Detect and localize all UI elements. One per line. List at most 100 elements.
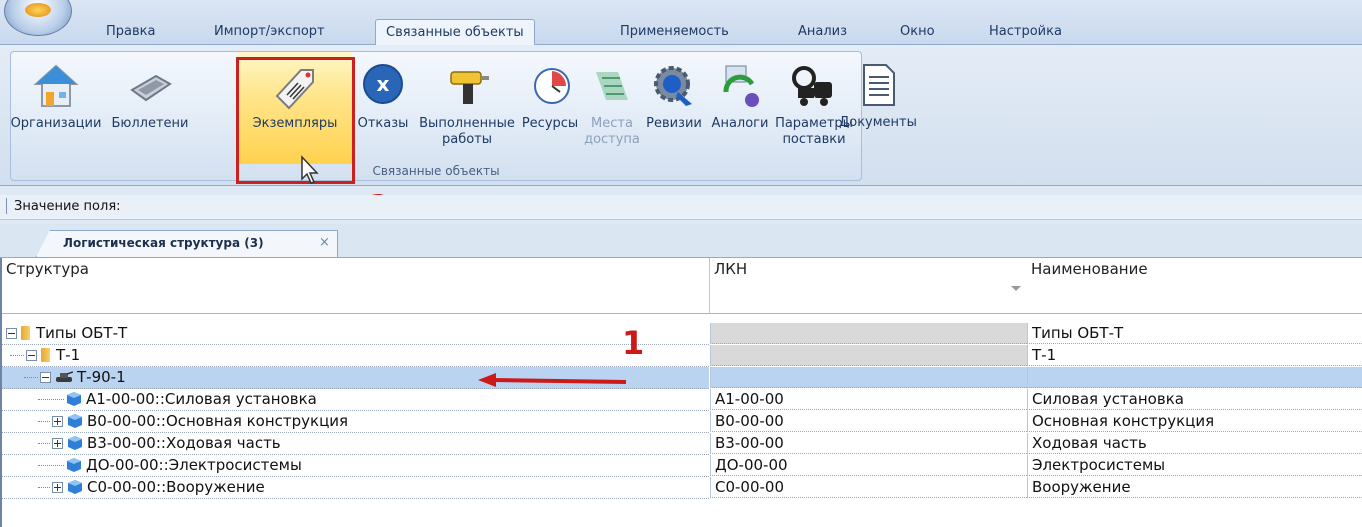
tab-related-objects[interactable]: Связанные объекты bbox=[375, 19, 535, 46]
completed-works-label-2: работы bbox=[441, 132, 493, 147]
cell-lkn bbox=[710, 323, 1027, 344]
column-header-name-label: Наименование bbox=[1031, 260, 1148, 278]
truck-icon bbox=[792, 66, 832, 106]
tree-line bbox=[38, 433, 50, 444]
tab-import-export[interactable]: Импорт/экспорт bbox=[204, 19, 335, 44]
folder-icon bbox=[41, 348, 50, 362]
cancel-circle-icon: x bbox=[363, 64, 403, 104]
access-places-label-1: Места bbox=[591, 116, 633, 131]
ribbon-group-label: Связанные объекты bbox=[372, 164, 500, 178]
drill-icon bbox=[450, 71, 489, 104]
column-header-lkn-label: ЛКН bbox=[714, 260, 748, 278]
cell-structure: С0-00-00::Вооружение bbox=[2, 477, 709, 499]
expand-icon[interactable] bbox=[52, 416, 63, 427]
cube-icon bbox=[67, 392, 81, 406]
document-icon bbox=[863, 64, 895, 106]
analogs-button[interactable]: Аналоги bbox=[705, 52, 775, 164]
expand-icon[interactable] bbox=[52, 438, 63, 449]
table-row[interactable]: Т-1 Т-1 bbox=[2, 345, 1362, 367]
field-value-bar: Значение поля: bbox=[0, 195, 1362, 220]
completed-works-label-1: Выполненные bbox=[419, 116, 515, 131]
table-row[interactable]: ДО-00-00::Электросистемы ДО-00-00 Электр… bbox=[2, 455, 1362, 477]
tab-settings[interactable]: Настройка bbox=[979, 19, 1072, 44]
tree-line bbox=[10, 345, 24, 356]
row-structure-text: В3-00-00::Ходовая часть bbox=[87, 434, 281, 452]
cell-structure: В0-00-00::Основная конструкция bbox=[2, 411, 709, 433]
tank-icon bbox=[56, 371, 73, 382]
cell-structure: А1-00-00::Силовая установка bbox=[2, 389, 709, 411]
collapse-icon[interactable] bbox=[26, 350, 37, 361]
tree-line bbox=[38, 389, 64, 400]
row-structure-text: Т-90-1 bbox=[77, 368, 126, 386]
tab-applicability[interactable]: Применяемость bbox=[610, 19, 739, 44]
cell-structure: Т-1 bbox=[2, 345, 709, 367]
access-places-label-2: доступа bbox=[584, 132, 640, 147]
access-places-button[interactable]: Места доступа bbox=[581, 52, 643, 164]
completed-works-button[interactable]: Выполненные работы bbox=[415, 52, 519, 164]
device-icon bbox=[130, 74, 172, 102]
cube-icon bbox=[68, 436, 82, 450]
failures-button[interactable]: x Отказы bbox=[351, 52, 415, 164]
bulletins-button[interactable]: Бюллетени bbox=[107, 52, 193, 164]
tab-edit[interactable]: Правка bbox=[96, 19, 165, 44]
cube-icon bbox=[68, 480, 82, 494]
cell-name: Основная конструкция bbox=[1027, 411, 1362, 432]
collapse-icon[interactable] bbox=[6, 328, 17, 339]
delivery-params-label-2: поставки bbox=[782, 132, 846, 147]
table-row-selected[interactable]: Т-90-1 bbox=[2, 367, 1362, 389]
revisions-label: Ревизии bbox=[646, 116, 702, 131]
cube-icon bbox=[68, 414, 82, 428]
table-row[interactable]: С0-00-00::Вооружение С0-00-00 Вооружение bbox=[2, 477, 1362, 499]
collapse-icon[interactable] bbox=[40, 372, 51, 383]
analogs-label: Аналоги bbox=[711, 116, 769, 131]
house-icon bbox=[33, 64, 79, 107]
table-row[interactable]: Типы ОБТ-Т Типы ОБТ-Т bbox=[2, 323, 1362, 345]
cell-name: Электросистемы bbox=[1027, 455, 1362, 476]
clock-resource-icon bbox=[534, 68, 570, 104]
ribbon-tab-bar: Правка Импорт/экспорт Связанные объекты … bbox=[0, 0, 1362, 46]
field-value-label: Значение поля: bbox=[14, 199, 121, 214]
column-header-structure[interactable]: Структура bbox=[2, 258, 710, 314]
highlight-box bbox=[236, 57, 355, 184]
annotation-number-1: 1 bbox=[622, 324, 645, 362]
annotation-arrow-icon bbox=[478, 373, 627, 387]
cell-lkn: В3-00-00 bbox=[710, 433, 1027, 454]
row-structure-text: С0-00-00::Вооружение bbox=[87, 478, 265, 496]
structure-grid: Структура ЛКН Наименование Типы ОБТ-Т Ти… bbox=[0, 258, 1362, 527]
tree-line bbox=[38, 477, 50, 488]
sort-indicator-icon bbox=[1011, 286, 1021, 291]
close-tab-icon[interactable]: × bbox=[319, 235, 330, 250]
tab-logistic-structure[interactable]: Логистическая структура (3) × bbox=[36, 230, 338, 257]
application-button[interactable] bbox=[4, 0, 72, 36]
resources-button[interactable]: Ресурсы bbox=[519, 52, 581, 164]
column-header-lkn[interactable]: ЛКН bbox=[710, 258, 1028, 314]
row-structure-text: Типы ОБТ-Т bbox=[36, 324, 128, 342]
cell-structure: В3-00-00::Ходовая часть bbox=[2, 433, 709, 455]
tab-analysis[interactable]: Анализ bbox=[788, 19, 857, 44]
tab-window[interactable]: Окно bbox=[890, 19, 945, 44]
cell-name: Типы ОБТ-Т bbox=[1027, 323, 1362, 344]
revision-gear-icon bbox=[654, 66, 692, 106]
table-row[interactable]: А1-00-00::Силовая установка А1-00-00 Сил… bbox=[2, 389, 1362, 411]
cell-name bbox=[1027, 367, 1362, 388]
failures-label: Отказы bbox=[357, 116, 409, 131]
documents-button[interactable]: Документы bbox=[838, 51, 918, 163]
mouse-cursor-icon bbox=[301, 155, 319, 184]
access-icon bbox=[596, 72, 628, 100]
cell-lkn bbox=[710, 367, 1027, 388]
tree-line bbox=[38, 455, 64, 466]
expand-icon[interactable] bbox=[52, 482, 63, 493]
cell-structure: ДО-00-00::Электросистемы bbox=[2, 455, 709, 477]
cell-lkn: В0-00-00 bbox=[710, 411, 1027, 432]
column-header-name[interactable]: Наименование bbox=[1027, 258, 1362, 314]
table-row[interactable]: В3-00-00::Ходовая часть В3-00-00 Ходовая… bbox=[2, 433, 1362, 455]
row-structure-text: А1-00-00::Силовая установка bbox=[86, 390, 317, 408]
cell-lkn bbox=[710, 345, 1027, 366]
bulletins-label: Бюллетени bbox=[111, 116, 189, 131]
svg-text:x: x bbox=[377, 72, 390, 96]
table-row[interactable]: В0-00-00::Основная конструкция В0-00-00 … bbox=[2, 411, 1362, 433]
row-structure-text: ДО-00-00::Электросистемы bbox=[86, 456, 302, 474]
revisions-button[interactable]: Ревизии bbox=[641, 52, 707, 164]
organizations-button[interactable]: Организации bbox=[3, 52, 109, 164]
document-tab-strip: Логистическая структура (3) × bbox=[0, 224, 1362, 258]
